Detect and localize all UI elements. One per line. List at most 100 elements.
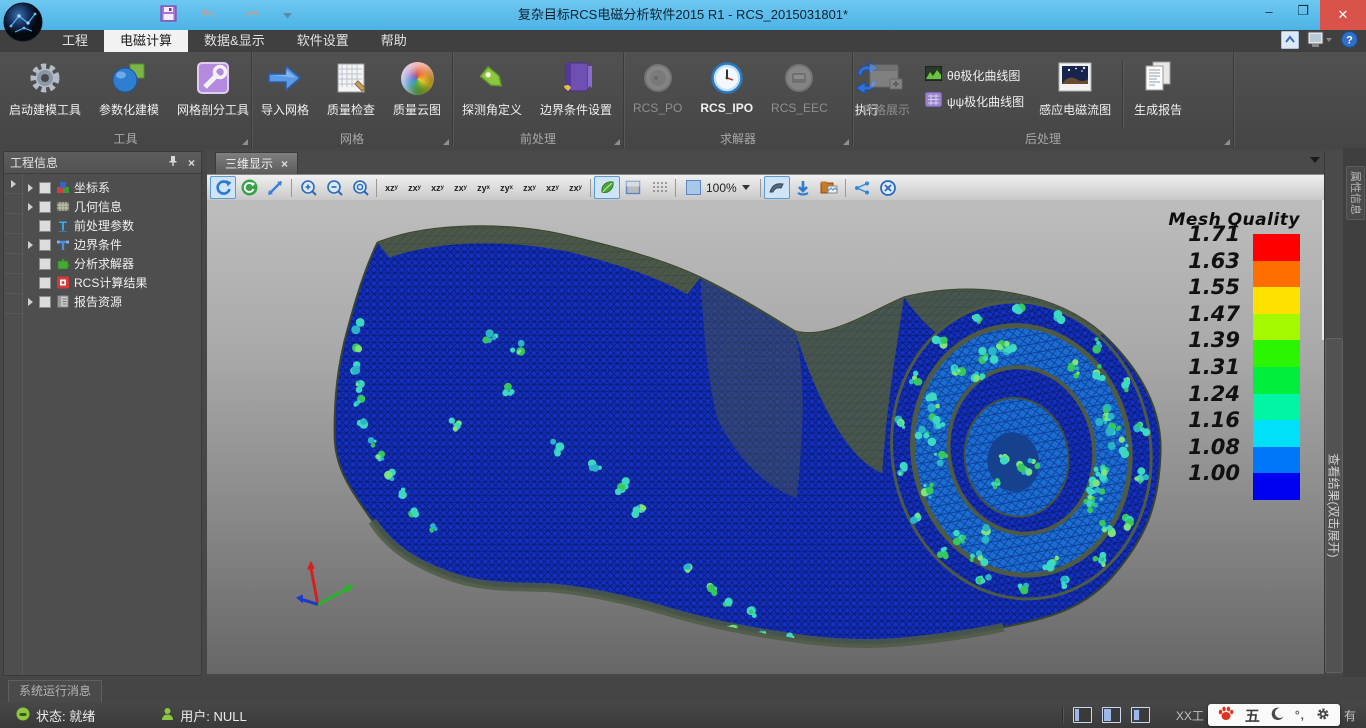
layout-left-button[interactable] bbox=[1073, 707, 1092, 723]
baidu-paw-icon[interactable] bbox=[1218, 706, 1234, 724]
ime-mode-label[interactable]: 五 bbox=[1245, 705, 1260, 726]
expander-icon[interactable] bbox=[11, 180, 16, 188]
tree-item-rcs-results[interactable]: RCS计算结果 bbox=[23, 273, 201, 292]
expander-icon[interactable] bbox=[28, 298, 33, 306]
dialog-launcher-icon[interactable] bbox=[242, 139, 248, 145]
chevron-down-icon[interactable] bbox=[742, 185, 750, 190]
checkbox[interactable] bbox=[39, 182, 51, 194]
dialog-launcher-icon[interactable] bbox=[614, 139, 620, 145]
pin-icon[interactable] bbox=[168, 155, 178, 170]
shaded-view-button[interactable] bbox=[594, 176, 620, 199]
clip-view-button[interactable] bbox=[764, 176, 790, 199]
detect-angle-button[interactable]: 探测角定义 bbox=[453, 56, 531, 118]
expander-icon[interactable] bbox=[28, 184, 33, 192]
collapse-ribbon-button[interactable] bbox=[1281, 31, 1299, 52]
view-orientation-button[interactable]: zyˣ bbox=[495, 177, 518, 198]
boundary-settings-button[interactable]: 边界条件设置 bbox=[531, 56, 621, 118]
tree-item-geometry-info[interactable]: 几何信息 bbox=[23, 197, 201, 216]
rcs-eec-button[interactable]: RCS_EEC bbox=[762, 56, 837, 115]
pan-arrow-button[interactable] bbox=[262, 176, 288, 199]
project-info-panel: 工程信息 × 坐标系 几何信息 bbox=[3, 151, 202, 676]
system-messages-tab[interactable]: 系统运行消息 bbox=[8, 680, 102, 702]
tree-item-coordinate-system[interactable]: 坐标系 bbox=[23, 178, 201, 197]
refresh-view-button[interactable] bbox=[236, 176, 262, 199]
rcs-po-button[interactable]: RCS_PO bbox=[624, 56, 691, 115]
checkbox[interactable] bbox=[39, 258, 51, 270]
checkbox[interactable] bbox=[39, 201, 51, 213]
tab-help[interactable]: 帮助 bbox=[365, 30, 423, 52]
tab-3d-display[interactable]: 三维显示 × bbox=[215, 152, 298, 174]
tab-project[interactable]: 工程 bbox=[46, 30, 104, 52]
layout-split-button[interactable] bbox=[1102, 707, 1121, 723]
table-display-button[interactable]: 表格展示 bbox=[853, 56, 919, 118]
quality-check-button[interactable]: 质量检查 bbox=[318, 56, 384, 118]
zoom-out-button[interactable] bbox=[321, 176, 347, 199]
layout-wide-button[interactable] bbox=[1131, 707, 1150, 723]
tab-em-compute[interactable]: 电磁计算 bbox=[104, 30, 188, 52]
checkbox[interactable] bbox=[39, 239, 51, 251]
zoom-fit-button[interactable] bbox=[347, 176, 373, 199]
dialog-launcher-icon[interactable] bbox=[843, 139, 849, 145]
moon-icon[interactable] bbox=[1271, 707, 1284, 724]
ime-settings-gear-icon[interactable] bbox=[1316, 707, 1330, 724]
view-results-tab[interactable]: 查看结果(双击展开) bbox=[1325, 338, 1343, 673]
points-view-button[interactable] bbox=[646, 176, 672, 199]
import-view-button[interactable] bbox=[790, 176, 816, 199]
undo-button[interactable] bbox=[199, 7, 219, 24]
mesh-partition-tool-button[interactable]: 网格剖分工具 bbox=[168, 56, 258, 118]
tree-item-boundary-conditions[interactable]: 边界条件 bbox=[23, 235, 201, 254]
close-panel-icon[interactable]: × bbox=[188, 156, 195, 170]
zoom-level-control[interactable]: 100% bbox=[679, 180, 757, 195]
checkbox[interactable] bbox=[39, 220, 51, 232]
theta-polarization-curve-button[interactable]: θθ极化曲线图 bbox=[919, 62, 1030, 88]
minimize-button[interactable]: – bbox=[1252, 0, 1286, 22]
import-mesh-button[interactable]: 导入网格 bbox=[252, 56, 318, 118]
delete-view-button[interactable] bbox=[875, 176, 901, 199]
wireframe-view-button[interactable] bbox=[620, 176, 646, 199]
expander-icon[interactable] bbox=[28, 203, 33, 211]
checkbox[interactable] bbox=[39, 277, 51, 289]
close-tab-icon[interactable]: × bbox=[281, 157, 288, 171]
help-button[interactable]: ? bbox=[1341, 31, 1358, 51]
view-orientation-button[interactable]: zxʸ bbox=[403, 177, 426, 198]
view-orientation-button[interactable]: zxʸ bbox=[564, 177, 587, 198]
zoom-in-button[interactable] bbox=[295, 176, 321, 199]
share-button[interactable] bbox=[849, 176, 875, 199]
view-orientation-button[interactable]: zxʸ bbox=[449, 177, 472, 198]
expander-icon[interactable] bbox=[28, 241, 33, 249]
view-orientation-button[interactable]: zyˣ bbox=[472, 177, 495, 198]
rcs-ipo-button[interactable]: RCS_IPO bbox=[691, 56, 762, 115]
view-orientation-button[interactable]: zxʸ bbox=[518, 177, 541, 198]
chevron-down-icon[interactable] bbox=[1310, 157, 1320, 163]
display-mode-button[interactable] bbox=[1307, 31, 1333, 52]
redo-button[interactable] bbox=[241, 7, 261, 24]
snapshot-folder-button[interactable] bbox=[816, 176, 842, 199]
view-orientation-button[interactable]: xzʸ bbox=[541, 177, 564, 198]
generate-report-button[interactable]: 生成报告 bbox=[1125, 56, 1191, 118]
qat-dropdown-icon[interactable] bbox=[283, 8, 292, 22]
parametric-modeling-button[interactable]: 参数化建模 bbox=[90, 56, 168, 118]
view-orientation-button[interactable]: xzʸ bbox=[380, 177, 403, 198]
psi-polarization-curve-button[interactable]: ψψ极化曲线图 bbox=[919, 88, 1030, 114]
ime-bar[interactable]: 五 °, bbox=[1208, 704, 1340, 726]
tree-item-preprocess-params[interactable]: T 前处理参数 bbox=[23, 216, 201, 235]
tab-data-display[interactable]: 数据&显示 bbox=[188, 30, 281, 52]
quality-cloud-button[interactable]: 质量云图 bbox=[384, 56, 450, 118]
dialog-launcher-icon[interactable] bbox=[443, 139, 449, 145]
tree-item-report-resources[interactable]: 报告资源 bbox=[23, 292, 201, 311]
properties-tab[interactable]: 属性信息 bbox=[1346, 166, 1365, 220]
app-logo-icon[interactable] bbox=[2, 1, 44, 43]
save-button[interactable] bbox=[160, 5, 177, 25]
tree-item-analysis-solver[interactable]: 分析求解器 bbox=[23, 254, 201, 273]
punctuation-icon[interactable]: °, bbox=[1295, 708, 1305, 722]
dialog-launcher-icon[interactable] bbox=[1224, 139, 1230, 145]
induced-current-map-button[interactable]: 感应电磁流图 bbox=[1030, 56, 1120, 118]
checkbox[interactable] bbox=[39, 296, 51, 308]
restore-button[interactable]: ❐ bbox=[1286, 0, 1320, 22]
tab-software-settings[interactable]: 软件设置 bbox=[281, 30, 365, 52]
launch-modeling-tool-button[interactable]: 启动建模工具 bbox=[0, 56, 90, 118]
view-orientation-button[interactable]: xzʸ bbox=[426, 177, 449, 198]
close-button[interactable]: ✕ bbox=[1320, 0, 1366, 30]
viewport-3d[interactable]: Mesh Quality 1.711.63 1.551.47 1.391.31 … bbox=[207, 200, 1324, 674]
rotate-view-button[interactable] bbox=[210, 176, 236, 199]
